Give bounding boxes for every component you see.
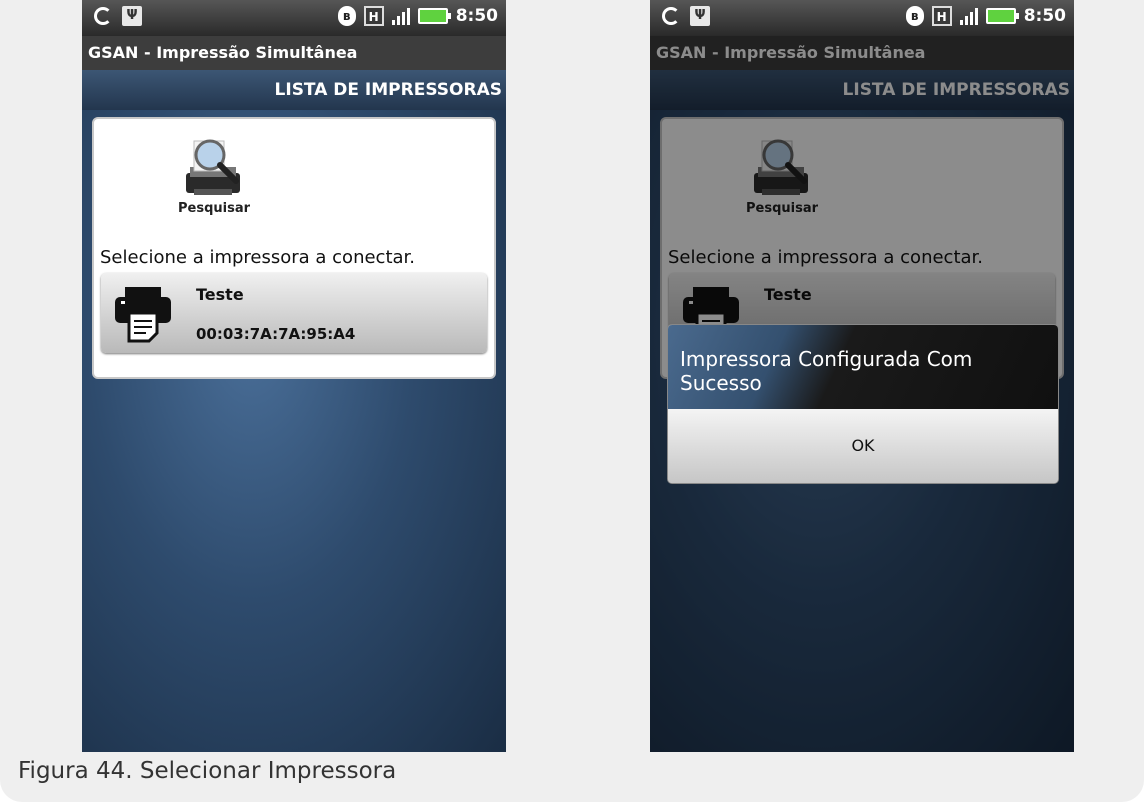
printer-name: Teste [196, 285, 244, 304]
search-button[interactable]: Pesquisar [164, 131, 264, 226]
bluetooth-icon: ʙ [337, 6, 356, 26]
battery-icon [417, 8, 451, 24]
figure-caption: Figura 44. Selecionar Impressora [18, 758, 397, 784]
printer-list-item[interactable]: Teste 00:03:7A:7A:95:A4 [101, 273, 487, 353]
printer-mac-address: 00:03:7A:7A:95:A4 [196, 325, 356, 343]
usb-icon: Ψ [690, 6, 710, 26]
usb-icon: Ψ [122, 6, 142, 26]
dialog-message: Impressora Configurada Com Sucesso [668, 325, 1058, 409]
phone-screen-left: Ψ ʙ H 8:50 GSAN - Impressão Simultânea L… [82, 0, 506, 752]
h-network-icon: H [931, 6, 952, 26]
status-bar: Ψ ʙ H 8:50 [650, 0, 1074, 36]
phone-screen-right: Ψ ʙ H 8:50 GSAN - Impressão Simultânea L… [650, 0, 1074, 752]
instruction-text: Selecione a impressora a conectar. [100, 247, 415, 268]
printer-icon [115, 287, 171, 343]
h-network-icon: H [363, 6, 384, 26]
ok-button[interactable]: OK [668, 409, 1058, 483]
search-label: Pesquisar [177, 201, 251, 216]
sync-icon [662, 7, 680, 25]
clock: 8:50 [1023, 6, 1066, 26]
clock: 8:50 [455, 6, 498, 26]
app-title: GSAN - Impressão Simultânea [82, 36, 506, 70]
figure-frame: Ψ ʙ H 8:50 GSAN - Impressão Simultânea L… [0, 0, 1144, 802]
signal-icon [391, 7, 410, 25]
search-printer-icon [186, 139, 240, 195]
status-bar: Ψ ʙ H 8:50 [82, 0, 506, 36]
bluetooth-icon: ʙ [905, 6, 924, 26]
success-dialog: Impressora Configurada Com Sucesso OK [667, 324, 1059, 484]
battery-icon [985, 8, 1019, 24]
printer-card: Pesquisar Selecione a impressora a conec… [92, 117, 496, 379]
list-header: LISTA DE IMPRESSORAS [82, 70, 506, 110]
signal-icon [959, 7, 978, 25]
sync-icon [94, 7, 112, 25]
